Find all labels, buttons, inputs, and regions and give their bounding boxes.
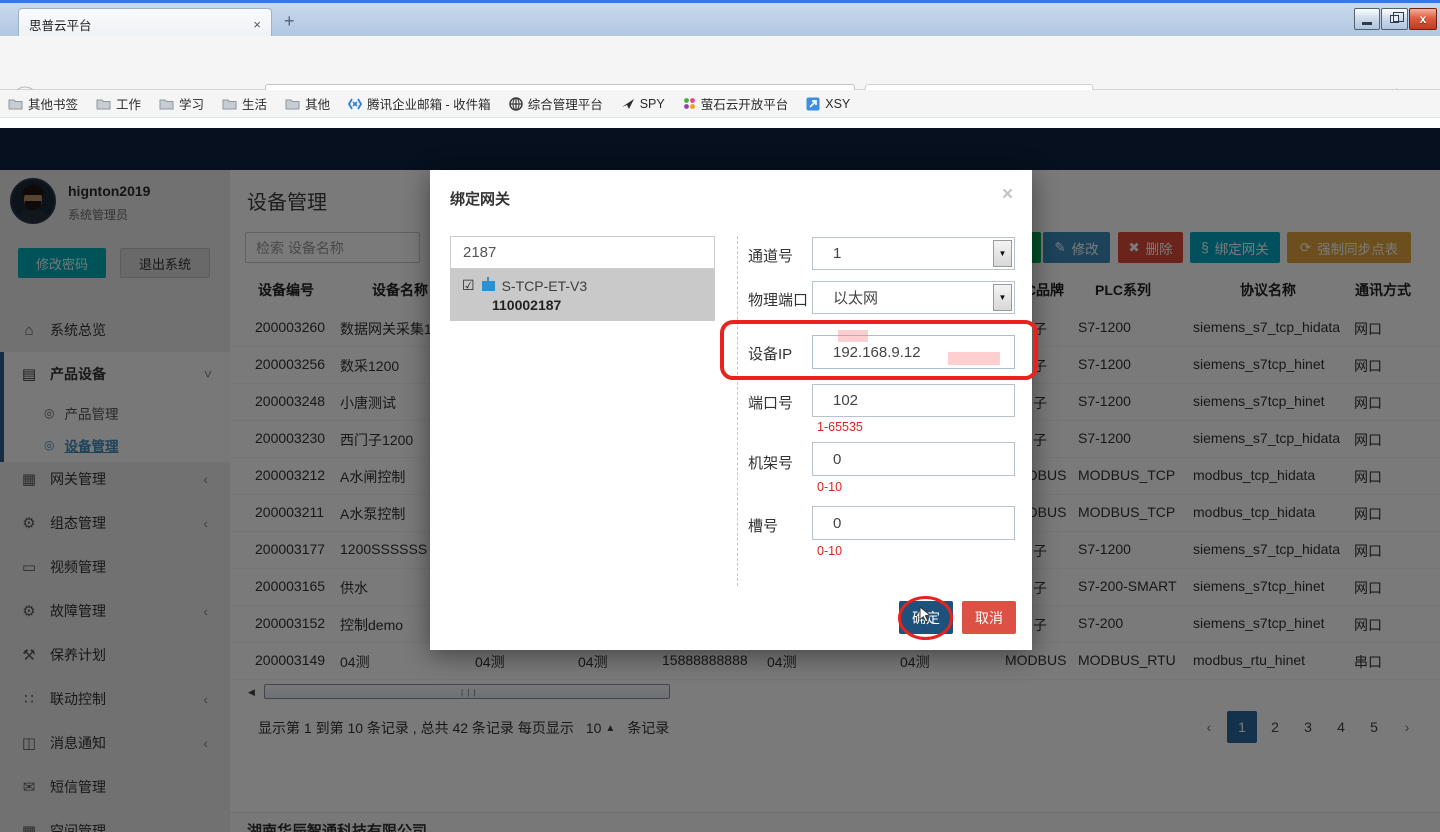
port-no-input[interactable]: 102 — [812, 384, 1015, 417]
rack-no-label: 机架号 — [748, 452, 812, 473]
rack-no-hint: 0-10 — [817, 480, 842, 494]
slot-no-hint: 0-10 — [817, 544, 842, 558]
gateway-list-item[interactable]: ☑ S-TCP-ET-V3 110002187 — [450, 269, 715, 321]
port-type-label: 物理端口 — [748, 289, 812, 310]
port-type-select[interactable]: 以太网 ▼ — [812, 281, 1015, 314]
globe-icon — [509, 97, 523, 111]
bookmark-folder[interactable]: 其他书签 — [8, 94, 78, 113]
checkbox-checked-icon[interactable]: ☑ — [462, 277, 475, 294]
window-restore-button[interactable] — [1381, 8, 1408, 30]
window-close-button[interactable]: x — [1409, 8, 1437, 30]
bookmark-folder[interactable]: 生活 — [222, 94, 267, 113]
annotation-highlight-rect — [720, 320, 1038, 380]
dart-icon — [621, 98, 635, 110]
channel-select[interactable]: 1 ▼ — [812, 237, 1015, 270]
gateway-device-icon — [482, 281, 495, 291]
modal-close-icon[interactable]: × — [1002, 184, 1013, 206]
slot-no-label: 槽号 — [748, 515, 812, 536]
dropdown-arrow-icon[interactable]: ▼ — [993, 284, 1012, 311]
gateway-model: S-TCP-ET-V3 — [502, 278, 588, 294]
rack-no-input[interactable]: 0 — [812, 442, 1015, 476]
new-tab-button[interactable]: + — [284, 11, 295, 32]
arrow-square-icon — [806, 97, 820, 111]
bookmark-folder[interactable]: 学习 — [159, 94, 204, 113]
tab-close-icon[interactable]: × — [253, 17, 261, 32]
form-divider — [737, 236, 738, 586]
tencent-mail-icon — [348, 98, 362, 110]
screen: 思普云平台 × + x — [0, 0, 1440, 832]
bookmark-tencent-mail[interactable]: 腾讯企业邮箱 - 收件箱 — [348, 94, 491, 113]
tab-title: 思普云平台 — [29, 15, 253, 34]
browser-tab[interactable]: 思普云平台 × — [18, 8, 272, 39]
channel-label: 通道号 — [748, 245, 812, 266]
port-no-hint: 1-65535 — [817, 420, 863, 434]
browser-navbar: iot.idosp.net/admin/index.html?lang 80% … — [0, 36, 1440, 90]
bookmark-xsy[interactable]: XSY — [806, 97, 850, 111]
mouse-cursor — [919, 606, 932, 623]
gateway-search-box[interactable]: 2187 — [450, 236, 715, 269]
window-minimize-button[interactable] — [1354, 8, 1380, 30]
browser-titlebar: 思普云平台 × + x — [0, 0, 1440, 36]
slot-no-input[interactable]: 0 — [812, 506, 1015, 540]
bookmark-folder[interactable]: 工作 — [96, 94, 141, 113]
page-top-strip — [0, 118, 1440, 128]
modal-title: 绑定网关 — [450, 188, 510, 209]
bind-gateway-modal: 绑定网关 × 2187 ☑ S-TCP-ET-V3 110002187 通道号 … — [430, 170, 1032, 650]
bookmarks-bar: 其他书签 工作 学习 生活 其他 腾讯企业邮箱 - 收件箱 综合管理平台 SPY… — [0, 90, 1440, 118]
cancel-button[interactable]: 取消 — [962, 601, 1016, 634]
bookmark-ezviz[interactable]: 萤石云开放平台 — [683, 94, 789, 113]
bookmark-mgmt-platform[interactable]: 综合管理平台 — [509, 94, 603, 113]
gateway-serial: 110002187 — [492, 297, 561, 313]
bookmark-spy[interactable]: SPY — [621, 97, 665, 111]
port-no-label: 端口号 — [748, 392, 812, 413]
dropdown-arrow-icon[interactable]: ▼ — [993, 240, 1012, 267]
color-dots-icon — [683, 97, 696, 110]
bookmark-folder[interactable]: 其他 — [285, 94, 330, 113]
